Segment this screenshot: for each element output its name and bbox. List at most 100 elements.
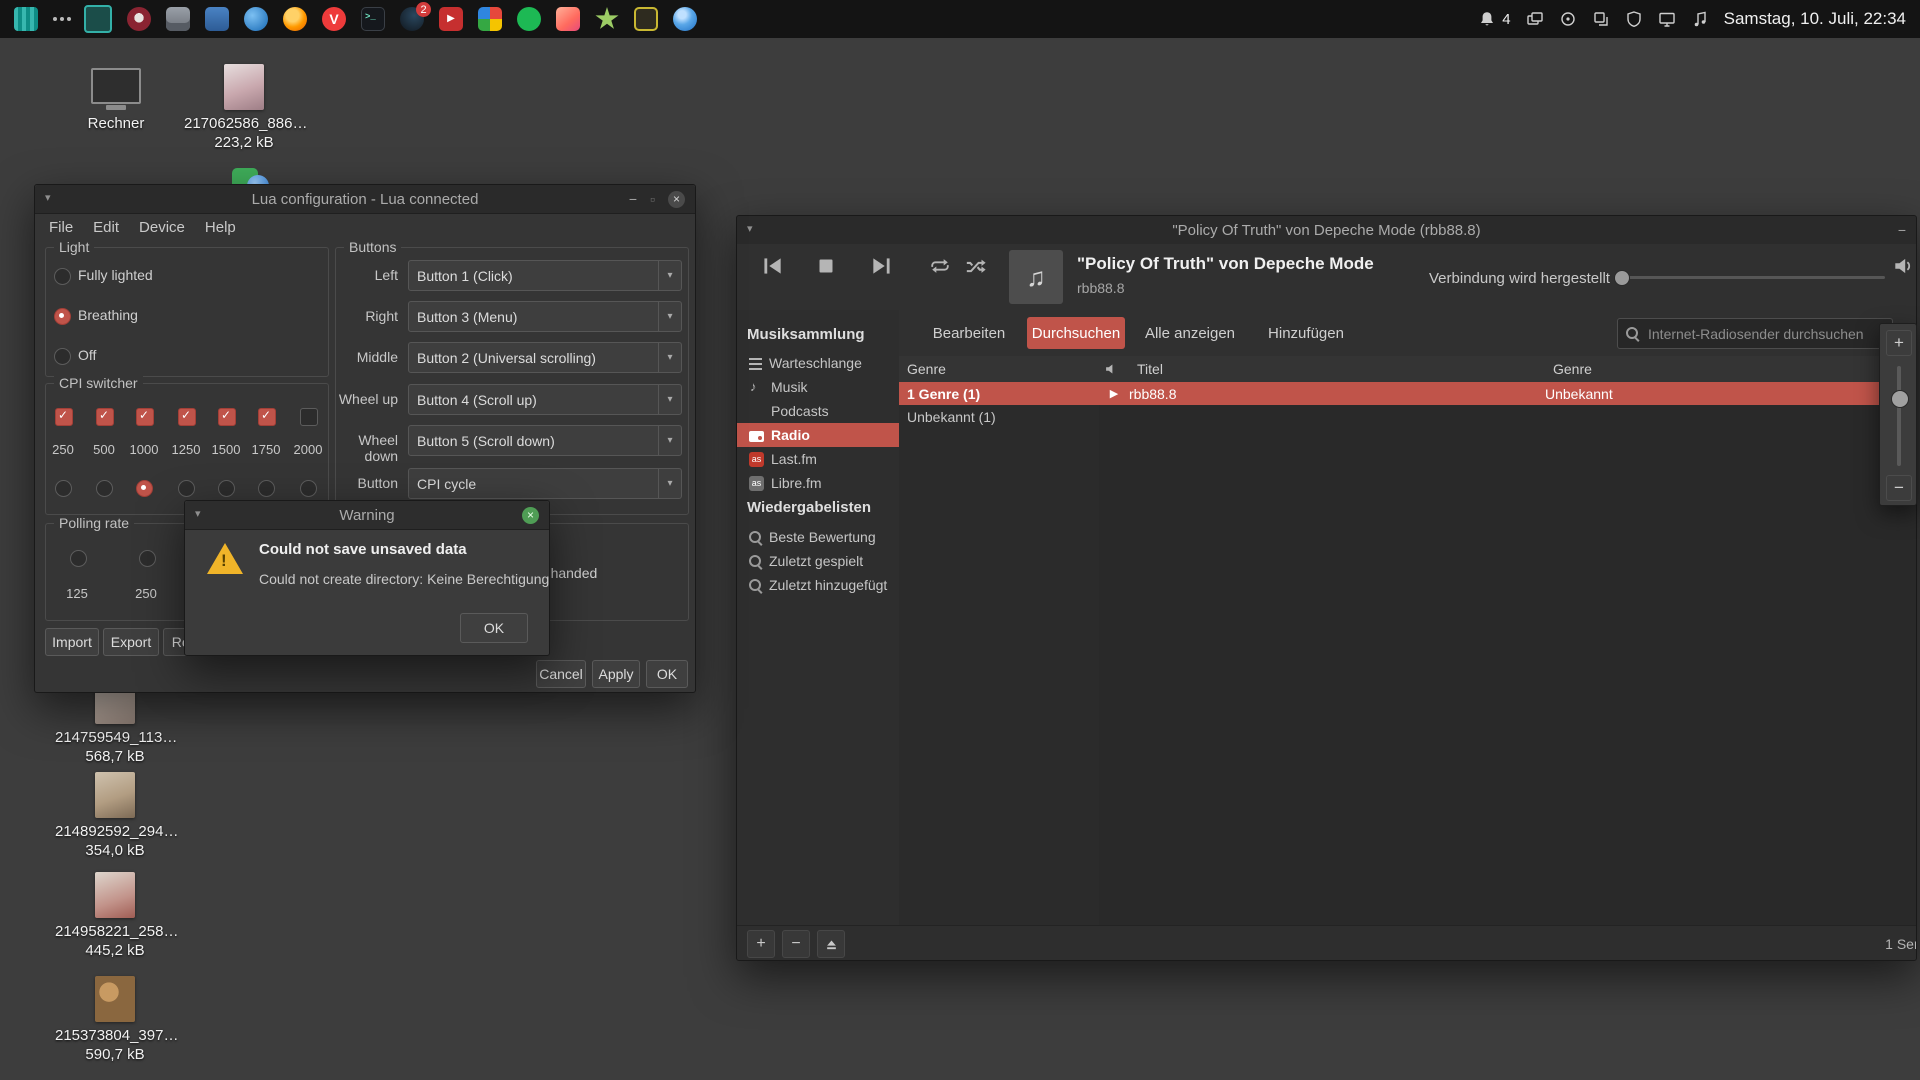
ok-button[interactable]: OK xyxy=(646,660,688,688)
web-browser-icon[interactable] xyxy=(673,7,697,31)
add-button[interactable]: Hinzufügen xyxy=(1261,317,1351,349)
window-manager-icon[interactable] xyxy=(84,5,112,33)
panel-clock[interactable]: Samstag, 10. Juli, 22:34 xyxy=(1724,9,1906,29)
previous-track-icon[interactable] xyxy=(759,253,785,279)
cpi-active-radio-1250[interactable] xyxy=(178,480,195,497)
menu-file[interactable]: File xyxy=(39,215,83,240)
window-menu-icon[interactable] xyxy=(45,191,51,204)
photos-app-icon[interactable] xyxy=(556,7,580,31)
genre-column-header[interactable]: Genre xyxy=(899,356,1108,383)
close-icon[interactable] xyxy=(522,507,539,524)
cpi-checkbox-1500[interactable] xyxy=(218,408,236,426)
sidebar-item-queue[interactable]: Warteschlange xyxy=(737,351,899,375)
sidebar-item-recently-added[interactable]: Zuletzt hinzugefügt xyxy=(737,573,899,597)
cpi-active-radio-2000[interactable] xyxy=(300,480,317,497)
left-button-dropdown[interactable]: Button 1 (Click) xyxy=(408,260,682,291)
volume-slider-handle[interactable] xyxy=(1891,390,1909,408)
warning-titlebar[interactable]: Warning xyxy=(185,501,549,530)
cpi-active-radio-500[interactable] xyxy=(96,480,113,497)
sidebar-item-recently-played[interactable]: Zuletzt gespielt xyxy=(737,549,899,573)
sidebar-item-radio[interactable]: Radio xyxy=(737,423,899,447)
file-manager-icon[interactable] xyxy=(166,7,190,31)
overflow-dots-icon[interactable] xyxy=(53,17,57,21)
app-menu-icon[interactable] xyxy=(14,7,38,31)
genre-row-all[interactable]: 1 Genre (1) xyxy=(899,382,1107,405)
desktop-icon-computer[interactable]: Rechner xyxy=(56,68,176,133)
polling-radio-250[interactable] xyxy=(139,550,156,567)
cpi-checkbox-1000[interactable] xyxy=(136,408,154,426)
show-all-button[interactable]: Alle anzeigen xyxy=(1139,317,1241,349)
seek-slider-handle[interactable] xyxy=(1614,270,1630,286)
cpi-checkbox-1750[interactable] xyxy=(258,408,276,426)
display-icon[interactable] xyxy=(1658,10,1676,28)
sidebar-item-best-rated[interactable]: Beste Bewertung xyxy=(737,525,899,549)
shuffle-icon[interactable] xyxy=(965,255,987,277)
volume-down-button[interactable] xyxy=(1886,475,1912,501)
add-station-button[interactable] xyxy=(747,930,775,958)
audio-app-icon[interactable] xyxy=(634,7,658,31)
radio-off[interactable] xyxy=(54,348,71,365)
track-row[interactable]: ▶ rbb88.8 Unbekannt xyxy=(1099,382,1916,405)
menu-edit[interactable]: Edit xyxy=(83,215,129,240)
minimize-icon[interactable] xyxy=(1898,222,1906,238)
volume-up-button[interactable] xyxy=(1886,330,1912,356)
disc-icon[interactable] xyxy=(1559,10,1577,28)
sidebar-item-podcasts[interactable]: Podcasts xyxy=(737,399,899,423)
cancel-button[interactable]: Cancel xyxy=(536,660,586,688)
window-list-icon[interactable] xyxy=(1526,10,1544,28)
notification-count[interactable]: 4 xyxy=(1502,11,1510,28)
office-launcher-icon[interactable] xyxy=(205,7,229,31)
repeat-icon[interactable] xyxy=(929,255,951,277)
music-note-icon[interactable] xyxy=(1691,10,1709,28)
export-button[interactable]: Export xyxy=(103,628,159,656)
shield-icon[interactable] xyxy=(1625,10,1643,28)
steam-icon[interactable]: 2 xyxy=(400,7,424,31)
star-app-icon[interactable] xyxy=(595,7,619,31)
terminal-icon[interactable] xyxy=(361,7,385,31)
wheel-down-dropdown[interactable]: Button 5 (Scroll down) xyxy=(408,425,682,456)
wheel-up-dropdown[interactable]: Button 4 (Scroll up) xyxy=(408,384,682,415)
edit-button[interactable]: Bearbeiten xyxy=(927,317,1011,349)
sidebar-item-music[interactable]: Musik xyxy=(737,375,899,399)
eject-button[interactable] xyxy=(817,930,845,958)
title-column-header[interactable]: Titel xyxy=(1129,356,1554,383)
radio-search-input[interactable] xyxy=(1646,325,1884,343)
player-titlebar[interactable]: "Policy Of Truth" von Depeche Mode (rbb8… xyxy=(737,216,1916,245)
radio-breathing[interactable] xyxy=(54,308,71,325)
menu-device[interactable]: Device xyxy=(129,215,195,240)
seek-slider[interactable] xyxy=(1621,276,1885,279)
desktop-icon-image-5[interactable]: 215373804_397… 590,7 kB xyxy=(55,976,175,1064)
desktop-icon-image-4[interactable]: 214958221_258… 445,2 kB xyxy=(55,872,175,960)
volume-slider[interactable] xyxy=(1897,366,1901,466)
polling-radio-125[interactable] xyxy=(70,550,87,567)
notifications-bell-icon[interactable] xyxy=(1478,10,1496,28)
cpi-active-radio-1500[interactable] xyxy=(218,480,235,497)
cpi-checkbox-250[interactable] xyxy=(55,408,73,426)
layers-icon[interactable] xyxy=(1592,10,1610,28)
cpi-active-radio-1750[interactable] xyxy=(258,480,275,497)
genre2-column-header[interactable]: Genre xyxy=(1545,356,1916,383)
window-menu-icon[interactable] xyxy=(747,222,753,235)
desktop-icon-image-1[interactable]: 217062586_886… 223,2 kB xyxy=(184,64,304,152)
radio-fully-lighted[interactable] xyxy=(54,268,71,285)
stop-icon[interactable] xyxy=(813,253,839,279)
spotify-icon[interactable] xyxy=(517,7,541,31)
menu-help[interactable]: Help xyxy=(195,215,246,240)
volume-icon[interactable] xyxy=(1892,255,1914,277)
middle-button-dropdown[interactable]: Button 2 (Universal scrolling) xyxy=(408,342,682,373)
cpi-checkbox-1250[interactable] xyxy=(178,408,196,426)
next-track-icon[interactable] xyxy=(869,253,895,279)
window-menu-icon[interactable] xyxy=(195,507,201,520)
distro-launcher-icon[interactable] xyxy=(127,7,151,31)
maximize-icon[interactable] xyxy=(650,191,655,207)
lua-titlebar[interactable]: Lua configuration - Lua connected xyxy=(35,185,695,214)
cpi-active-radio-250[interactable] xyxy=(55,480,72,497)
extra-button-dropdown[interactable]: CPI cycle xyxy=(408,468,682,499)
apply-button[interactable]: Apply xyxy=(592,660,640,688)
games-launcher-icon[interactable] xyxy=(478,7,502,31)
cpi-checkbox-500[interactable] xyxy=(96,408,114,426)
cpi-checkbox-2000[interactable] xyxy=(300,408,318,426)
thunderbird-icon[interactable] xyxy=(244,7,268,31)
remove-station-button[interactable] xyxy=(782,930,810,958)
sidebar-item-lastfm[interactable]: Last.fm xyxy=(737,447,899,471)
